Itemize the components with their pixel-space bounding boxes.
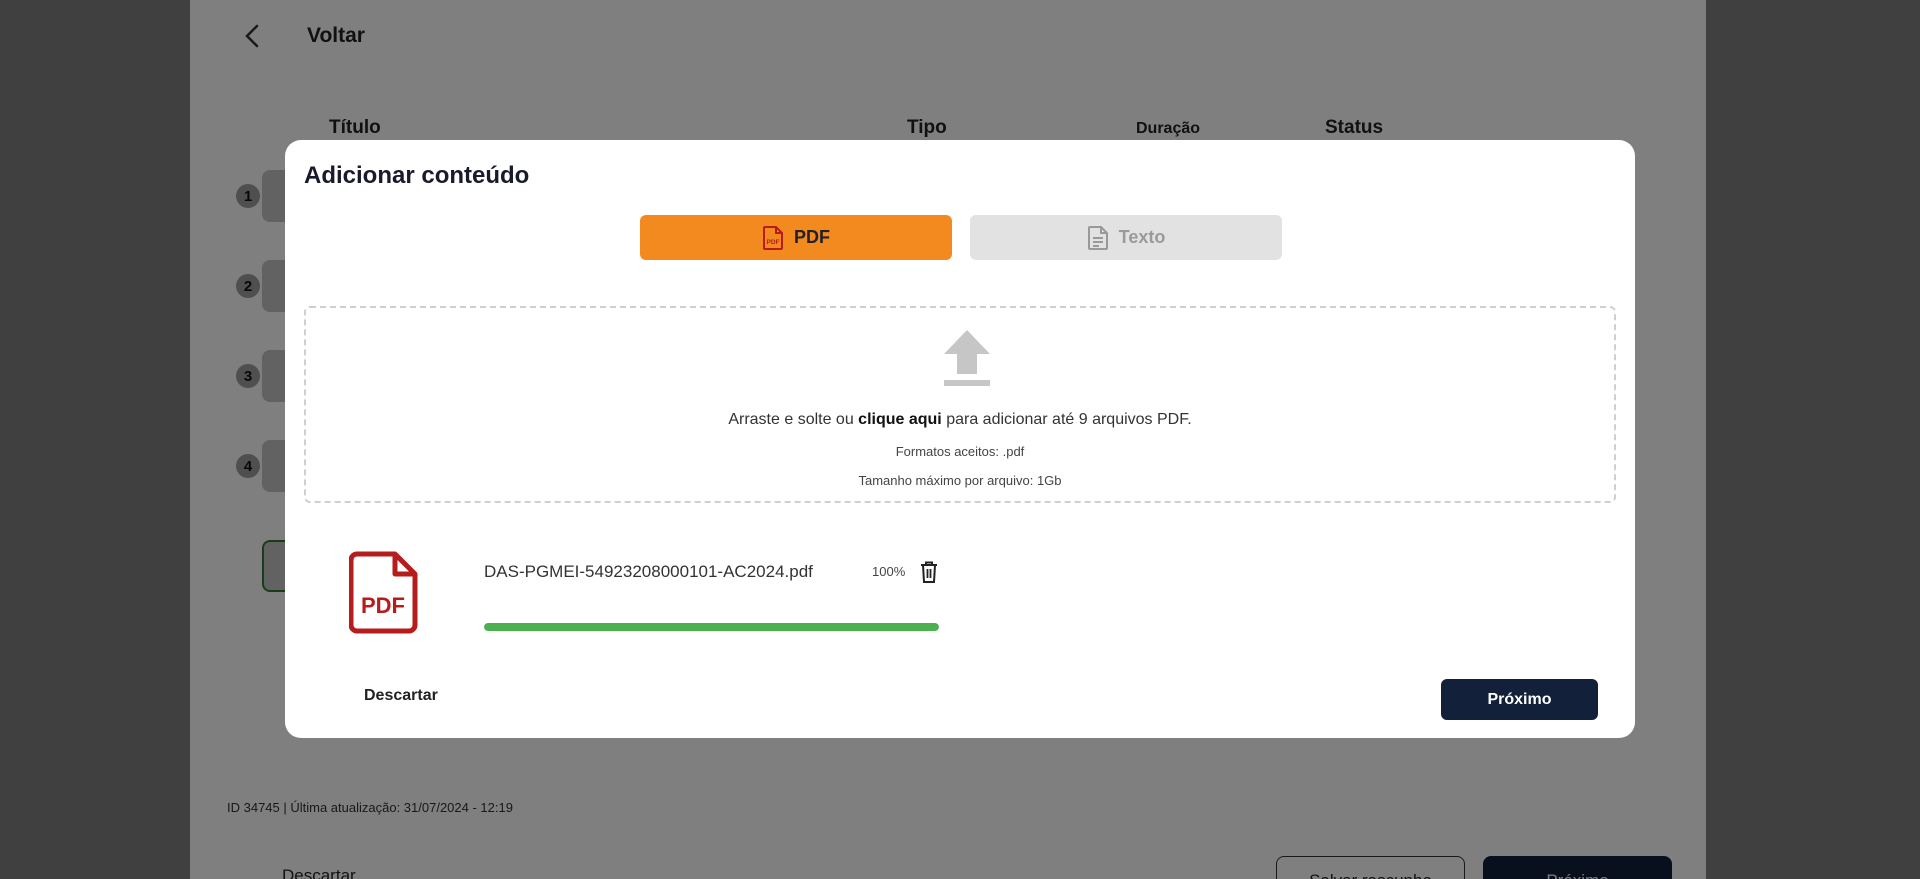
text-file-icon <box>1087 225 1109 251</box>
svg-text:PDF: PDF <box>361 593 405 618</box>
pdf-icon: PDF <box>348 551 419 640</box>
dropzone-text-after: para adicionar até 9 arquivos PDF. <box>941 411 1192 428</box>
upload-percentage: 100% <box>872 564 906 579</box>
svg-text:PDF: PDF <box>767 239 780 246</box>
upload-progress-fill <box>484 623 939 631</box>
click-here-link[interactable]: clique aqui <box>858 411 942 428</box>
accepted-formats: Formatos aceitos: .pdf <box>895 444 1025 459</box>
pdf-file-icon: PDF <box>762 225 784 251</box>
dropzone-instructions: Arraste e solte ou clique aqui para adic… <box>306 411 1614 429</box>
upload-icon <box>942 328 992 388</box>
tab-text-label: Texto <box>1118 227 1166 247</box>
dropzone-text-before: Arraste e solte ou <box>728 411 859 428</box>
upload-dropzone[interactable]: Arraste e solte ou clique aqui para adic… <box>304 306 1616 503</box>
trash-icon[interactable] <box>919 560 939 584</box>
modal-title: Adicionar conteúdo <box>304 162 530 189</box>
next-button[interactable]: Próximo <box>1441 679 1598 720</box>
max-file-size: Tamanho máximo por arquivo: 1Gb <box>858 473 1062 488</box>
tab-pdf-label: PDF <box>794 227 830 247</box>
upload-progress-bar <box>484 623 939 631</box>
tab-text[interactable]: Texto <box>970 215 1282 260</box>
file-name: DAS-PGMEI-54923208000101-AC2024.pdf <box>484 562 813 581</box>
discard-button[interactable]: Descartar <box>364 687 438 705</box>
add-content-modal: Adicionar conteúdo PDF PDF Texto Arraste… <box>285 140 1635 738</box>
tab-pdf[interactable]: PDF PDF <box>640 215 952 260</box>
